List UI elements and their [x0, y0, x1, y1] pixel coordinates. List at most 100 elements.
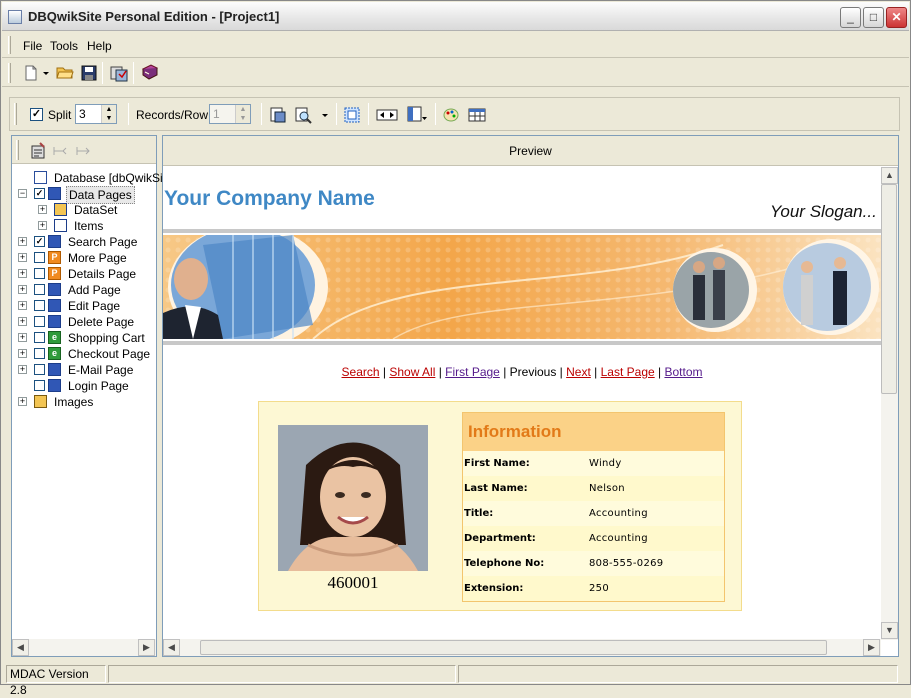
new-file-icon[interactable] [22, 64, 40, 82]
scroll-up-button[interactable]: ▲ [881, 167, 898, 184]
tree-item-checkbox[interactable] [34, 348, 45, 359]
tree-item-checkbox[interactable] [34, 364, 45, 375]
tree-item[interactable]: + P More Page [18, 250, 156, 266]
navigator-icon[interactable] [376, 106, 398, 124]
scroll-right-button[interactable]: ▶ [863, 639, 880, 656]
tree-item-checkbox[interactable] [34, 252, 45, 263]
expand-icon[interactable]: + [18, 317, 27, 326]
save-icon[interactable] [80, 64, 98, 82]
tree-item[interactable]: − ✓ Data Pages [18, 186, 156, 204]
horizontal-scroll-thumb[interactable] [200, 640, 827, 655]
banner-art [163, 235, 881, 339]
table-icon[interactable] [468, 106, 486, 124]
expand-icon[interactable]: + [18, 253, 27, 262]
page-settings-icon[interactable] [269, 106, 287, 124]
tree-item[interactable]: + E-Mail Page [18, 362, 156, 378]
tree-item-checkbox[interactable] [34, 300, 45, 311]
expand-icon[interactable]: + [38, 205, 47, 214]
expand-icon[interactable]: + [18, 365, 27, 374]
dropdown-arrow-icon[interactable] [320, 106, 330, 124]
nav-separator: | [590, 365, 601, 379]
minimize-button[interactable]: _ [840, 7, 861, 28]
publish-icon[interactable] [110, 64, 128, 82]
tree-item-checkbox[interactable]: ✓ [34, 236, 45, 247]
tree-item-checkbox[interactable] [34, 332, 45, 343]
columns-icon[interactable] [406, 105, 428, 123]
title-bar[interactable]: DBQwikSite Personal Edition - [Project1]… [2, 2, 909, 31]
collapse-icon[interactable]: − [18, 189, 27, 198]
dropdown-arrow-icon[interactable] [41, 64, 51, 82]
nav-show-all-link[interactable]: Show All [389, 365, 435, 379]
tree-horizontal-scrollbar[interactable]: ◀ ▶ [12, 639, 156, 656]
tree-item[interactable]: Database [dbQwikSit [18, 170, 166, 186]
vertical-scroll-thumb[interactable] [881, 184, 897, 394]
close-button[interactable]: ✕ [886, 7, 907, 28]
spinner-arrows-icon[interactable]: ▲ ▼ [101, 105, 116, 123]
nav-next-link[interactable]: Next [566, 365, 591, 379]
preview-vertical-scrollbar[interactable]: ▲ ▼ [881, 167, 898, 640]
tree-item-checkbox[interactable] [34, 316, 45, 327]
tree-item[interactable]: + e Shopping Cart [18, 330, 156, 346]
maximize-button[interactable]: □ [863, 7, 884, 28]
properties-icon[interactable] [29, 142, 47, 160]
menu-file[interactable]: File [23, 39, 42, 53]
select-area-icon[interactable] [343, 106, 361, 124]
tree-item-checkbox[interactable]: ✓ [34, 188, 45, 199]
split-spinner[interactable]: 3 ▲ ▼ [75, 104, 117, 124]
tree-item[interactable]: + Items [18, 218, 156, 234]
tree-item[interactable]: + Delete Page [18, 314, 156, 330]
tree-item-checkbox[interactable] [34, 380, 45, 391]
move-left-icon[interactable] [52, 142, 70, 160]
preview-horizontal-scrollbar[interactable]: ◀ ▶ [163, 639, 881, 656]
menu-help[interactable]: Help [87, 39, 112, 53]
status-pane [458, 665, 898, 683]
expand-icon[interactable]: + [18, 269, 27, 278]
palette-icon[interactable] [442, 106, 460, 124]
move-right-icon[interactable] [75, 142, 93, 160]
scroll-right-button[interactable]: ▶ [138, 639, 155, 656]
scroll-left-button[interactable]: ◀ [163, 639, 180, 656]
toolbar-separator [102, 62, 103, 84]
nav-separator: | [654, 365, 665, 379]
nav-separator: | [379, 365, 390, 379]
preview-icon[interactable] [294, 106, 312, 124]
tree-item-checkbox[interactable] [34, 284, 45, 295]
tree-item[interactable]: + P Details Page [18, 266, 156, 282]
expand-icon[interactable]: + [18, 333, 27, 342]
nav-bottom-link[interactable]: Bottom [664, 365, 702, 379]
slogan: Your Slogan... [770, 202, 877, 221]
tree-item[interactable]: + Add Page [18, 282, 156, 298]
records-per-row-value: 1 [213, 107, 220, 121]
scroll-left-button[interactable]: ◀ [12, 639, 29, 656]
split-value: 3 [79, 107, 86, 121]
expand-icon[interactable]: + [18, 301, 27, 310]
book-icon[interactable] [141, 63, 159, 81]
records-per-row-spinner[interactable]: 1 ▲ ▼ [209, 104, 251, 124]
tree-item[interactable]: + DataSet [18, 202, 156, 218]
tree-item-checkbox[interactable] [34, 268, 45, 279]
expand-icon[interactable]: + [18, 285, 27, 294]
menu-tools[interactable]: Tools [50, 39, 78, 53]
information-row: Title: Accounting [463, 501, 724, 526]
menu-grip [8, 36, 11, 54]
open-folder-icon[interactable] [56, 63, 74, 81]
tree-item[interactable]: Login Page [18, 378, 156, 394]
expand-icon[interactable]: + [18, 349, 27, 358]
nav-last-page-link[interactable]: Last Page [601, 365, 655, 379]
tree-item[interactable]: + e Checkout Page [18, 346, 156, 362]
expand-icon[interactable]: + [38, 221, 47, 230]
toolbar-grip [14, 103, 17, 125]
nav-first-page-link[interactable]: First Page [445, 365, 500, 379]
tree-item[interactable]: + Images [18, 394, 156, 410]
split-checkbox[interactable]: ✓ [30, 108, 43, 121]
nav-separator: | [499, 365, 510, 379]
spinner-arrows-icon[interactable]: ▲ ▼ [235, 105, 250, 123]
expand-icon[interactable]: + [18, 397, 27, 406]
scroll-down-button[interactable]: ▼ [881, 622, 898, 639]
preview-header: Preview [163, 136, 898, 166]
tree-item[interactable]: + Edit Page [18, 298, 156, 314]
expand-icon[interactable]: + [18, 237, 27, 246]
tree-item[interactable]: + ✓ Search Page [18, 234, 156, 250]
company-name: Your Company Name [164, 187, 375, 210]
nav-search-link[interactable]: Search [342, 365, 380, 379]
